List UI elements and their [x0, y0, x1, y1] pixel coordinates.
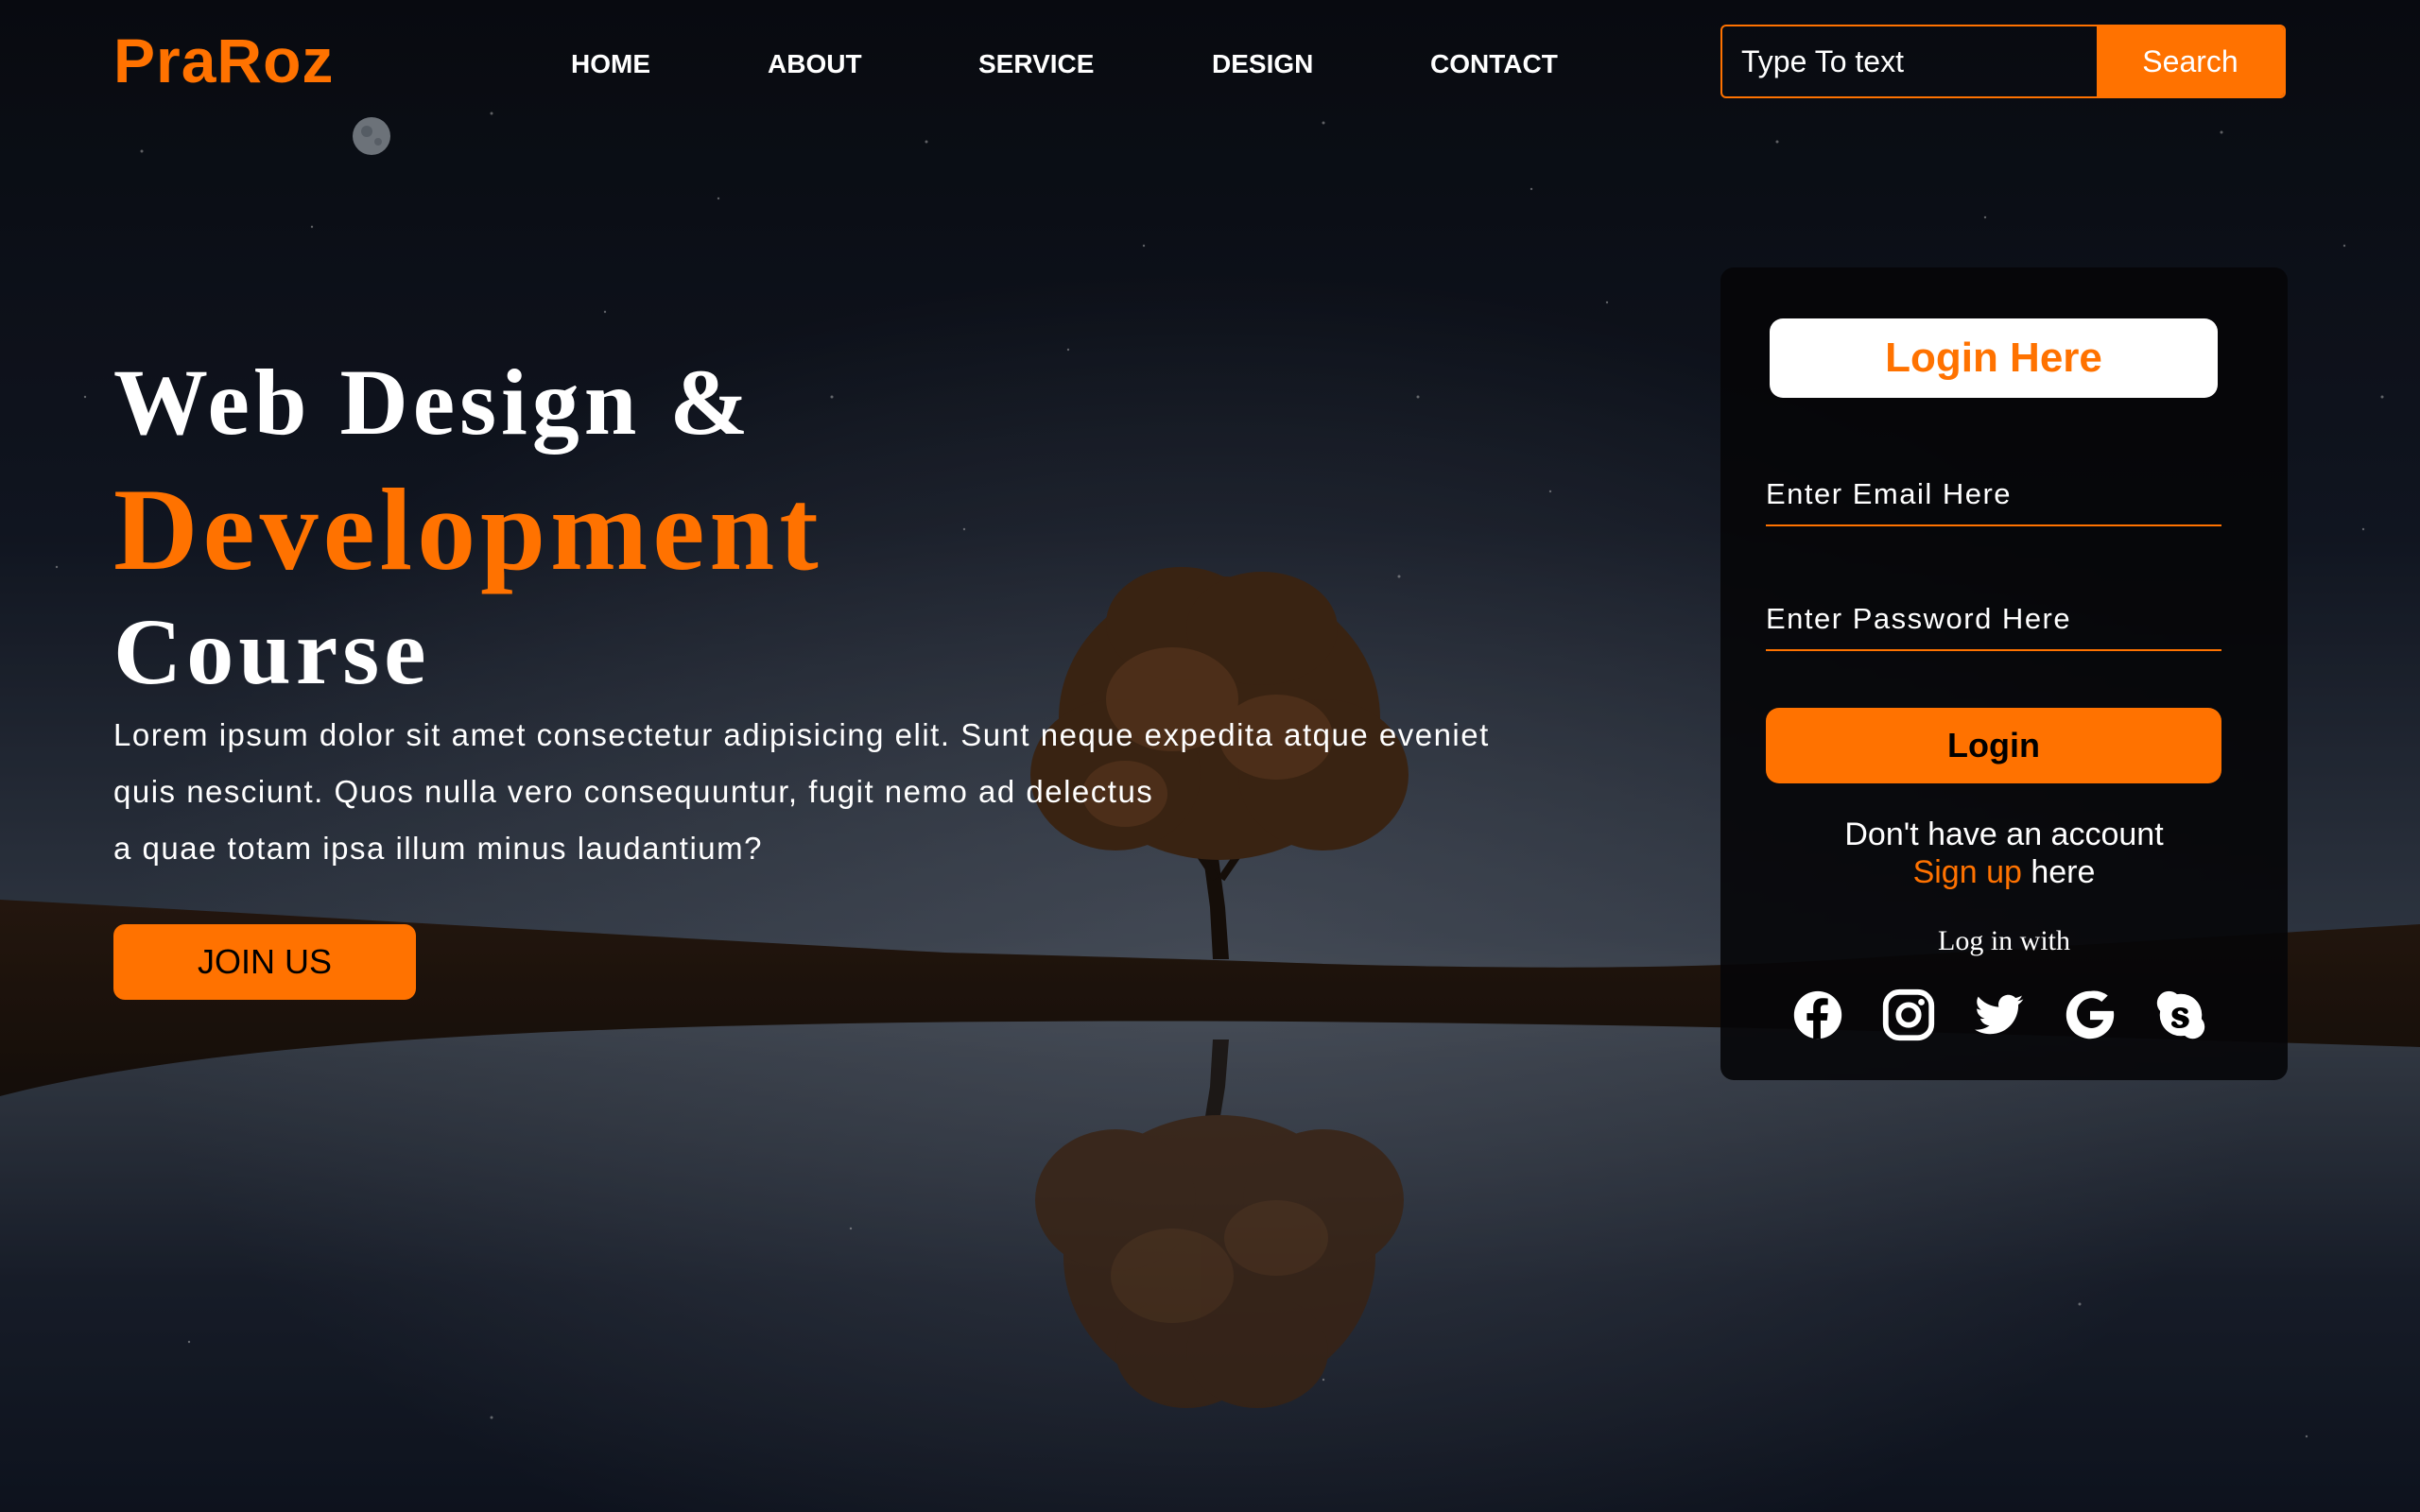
search-input[interactable] [1722, 26, 2099, 96]
login-title: Login Here [1770, 318, 2218, 398]
hero-title-line2: Development [113, 465, 823, 594]
join-us-button[interactable]: JOIN US [113, 924, 416, 1000]
hero-description-line: Lorem ipsum dolor sit amet consectetur a… [113, 717, 1490, 752]
twitter-icon[interactable] [1970, 986, 2029, 1044]
instagram-icon[interactable] [1879, 986, 1938, 1044]
nav-contact[interactable]: CONTACT [1430, 49, 1558, 79]
hero-description: Lorem ipsum dolor sit amet consectetur a… [113, 707, 1588, 877]
password-field[interactable] [1766, 589, 2221, 651]
facebook-icon[interactable] [1789, 986, 1847, 1044]
social-login-icons [1720, 986, 2288, 1052]
login-card: Login Here Login Don't have an account S… [1720, 267, 2288, 1080]
nav-home[interactable]: HOME [571, 49, 650, 79]
hero-title-line3: Course [113, 599, 431, 704]
hero-description-line: a quae totam ipsa illum minus laudantium… [113, 831, 764, 866]
no-account-text: Don't have an account [1844, 816, 2164, 852]
login-button[interactable]: Login [1766, 708, 2221, 783]
search-button[interactable]: Search [2097, 26, 2284, 96]
skype-icon[interactable] [2152, 986, 2210, 1044]
nav-service[interactable]: SERVICE [978, 49, 1094, 79]
google-icon[interactable] [2061, 986, 2119, 1044]
email-field[interactable] [1766, 464, 2221, 526]
signup-line: Sign up here [1720, 853, 2288, 891]
signup-prompt: Don't have an account Sign up here [1720, 816, 2288, 891]
login-with-text: Log in with [1938, 925, 2070, 956]
hero-title-line1: Web Design & [113, 350, 753, 455]
search-bar: Search [1720, 25, 2286, 98]
nav-about[interactable]: ABOUT [768, 49, 862, 79]
brand-logo[interactable]: PraRoz [113, 25, 334, 96]
hero-description-line: quis nesciunt. Quos nulla vero consequun… [113, 774, 1154, 809]
nav-design[interactable]: DESIGN [1212, 49, 1313, 79]
signup-link[interactable]: Sign up [1913, 854, 2022, 890]
signup-suffix: here [2021, 854, 2096, 890]
